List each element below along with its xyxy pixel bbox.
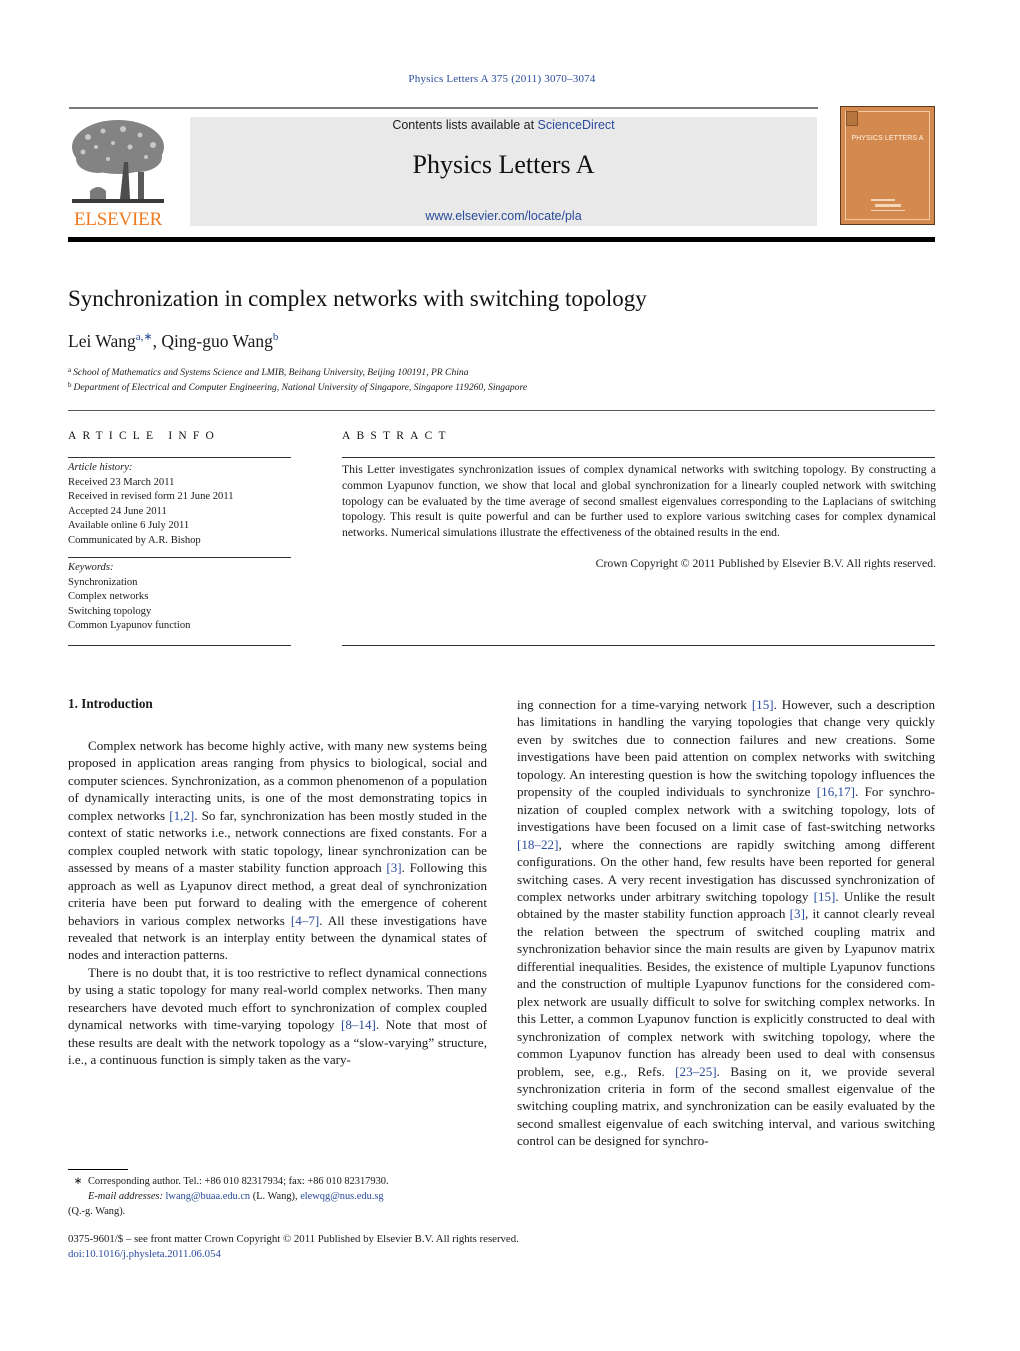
elsevier-tree-icon — [72, 120, 164, 203]
article-history: Article history: Received 23 March 2011 … — [68, 461, 234, 548]
citation-link[interactable]: [18–22] — [517, 837, 558, 852]
elsevier-wordmark: ELSEVIER — [73, 209, 163, 230]
footnote-contact: Corresponding author. Tel.: +86 010 8231… — [88, 1176, 389, 1187]
affiliation: b Department of Electrical and Computer E… — [68, 381, 527, 393]
history-item: Received in revised form 21 June 2011 — [68, 491, 234, 502]
footnote-rule — [68, 1169, 128, 1170]
history-item: Received 23 March 2011 — [68, 476, 175, 488]
body-column-left: Complex network has become highly active… — [68, 737, 487, 1069]
paragraph-text: , it can­not clearly reveal the relation… — [517, 906, 935, 1079]
email-owner: (L. Wang), — [250, 1191, 301, 1202]
citation-link[interactable]: [4–7] — [291, 913, 319, 928]
keyword-item: Switching topology — [68, 605, 152, 617]
author-name: Qing-guo Wang — [161, 331, 273, 351]
abstract-text: This Letter investigates synchronization… — [342, 463, 936, 540]
cover-title: PHYSICS LETTERS A — [851, 135, 924, 142]
abstract-heading: ABSTRACT — [342, 430, 452, 442]
history-item: Available online 6 July 2011 — [68, 520, 190, 531]
history-item: Communicated by A.R. Bishop — [68, 534, 201, 546]
history-item: Accepted 24 June 2011 — [68, 505, 167, 517]
article-info-rule — [68, 557, 291, 558]
author-affiliation-marks[interactable]: b — [273, 331, 279, 343]
citation-link[interactable]: [15] — [814, 889, 836, 904]
issn-line: 0375-9601/$ – see front matter Crown Cop… — [68, 1233, 519, 1245]
email-link[interactable]: lwang@buaa.edu.cn — [166, 1191, 251, 1202]
citation-link[interactable]: [1,2] — [169, 808, 194, 823]
paragraph: There is no doubt that, it is too restri… — [68, 964, 487, 1069]
sciencedirect-link[interactable]: ScienceDirect — [538, 118, 615, 132]
citation-link[interactable]: [15] — [752, 697, 774, 712]
paragraph: Complex network has become highly active… — [68, 737, 487, 964]
front-matter: 0375-9601/$ – see front matter Crown Cop… — [68, 1232, 519, 1262]
keyword-item: Common Lyapunov function — [68, 620, 191, 631]
contents-line: Contents lists available at ScienceDirec… — [190, 118, 817, 132]
footnote-marker: ∗ — [73, 1176, 83, 1187]
cover-footer-line — [871, 199, 895, 201]
article-info-heading: ARTICLE INFO — [68, 430, 220, 442]
author-list: Lei Wanga,∗, Qing-guo Wangb — [68, 330, 278, 352]
journal-cover-thumbnail: PHYSICS LETTERS A — [840, 106, 935, 225]
journal-masthead: Contents lists available at ScienceDirec… — [190, 117, 817, 226]
article-info-rule — [68, 457, 291, 458]
citation-link[interactable]: [3] — [790, 906, 805, 921]
citation-link[interactable]: [8–14] — [341, 1017, 376, 1032]
email-label: E-mail addresses: — [88, 1191, 163, 1202]
cover-footer-line — [875, 204, 901, 207]
abstract-rule — [342, 645, 935, 646]
affiliation-text: Department of Electrical and Computer En… — [73, 382, 528, 393]
abstract-copyright: Crown Copyright © 2011 Published by Else… — [595, 557, 936, 570]
journal-reference-link[interactable]: Physics Letters A 375 (2011) 3070–3074 — [0, 73, 1004, 85]
section-divider — [68, 410, 935, 411]
article-title: Synchronization in complex networks with… — [68, 286, 647, 311]
header-thick-rule — [68, 237, 935, 242]
citation-link[interactable]: [23–25] — [675, 1064, 716, 1079]
section-heading: 1. Introduction — [68, 696, 153, 711]
journal-title: Physics Letters A — [412, 150, 595, 179]
citation-link[interactable]: [3] — [386, 860, 401, 875]
cover-logo-icon — [846, 111, 858, 126]
citation-link[interactable]: [16,17] — [817, 784, 855, 799]
abstract-rule — [342, 457, 935, 458]
journal-url-link[interactable]: www.elsevier.com/locate/pla — [190, 209, 817, 223]
cover-footer-line — [871, 210, 905, 211]
keywords-label: Keywords: — [68, 562, 114, 573]
keyword-item: Synchronization — [68, 576, 138, 588]
email-link[interactable]: elewqg@nus.edu.sg — [300, 1191, 383, 1202]
author-affiliation-marks[interactable]: a,∗ — [136, 331, 153, 343]
body-column-right: ing connection for a time-varying networ… — [517, 696, 935, 1150]
paragraph: ing connection for a time-varying networ… — [517, 696, 935, 1150]
contents-prefix: Contents lists available at — [392, 118, 538, 132]
affiliation-mark: a — [68, 366, 72, 374]
article-info-rule — [68, 645, 291, 646]
article-history-label: Article history: — [68, 462, 133, 473]
keyword-item: Complex networks — [68, 591, 149, 602]
email-owner: (Q.-g. Wang). — [68, 1206, 126, 1217]
header-top-rule — [69, 107, 818, 109]
affiliation-mark: b — [68, 381, 72, 389]
affiliation-text: School of Mathematics and Systems Scienc… — [73, 367, 469, 378]
paragraph-text: ing connection for a time-varying networ… — [517, 697, 752, 712]
doi-link[interactable]: doi:10.1016/j.physleta.2011.06.054 — [68, 1247, 519, 1262]
corresponding-author-footnote: ∗ Corresponding author. Tel.: +86 010 823… — [68, 1174, 498, 1219]
affiliation: a School of Mathematics and Systems Scien… — [68, 366, 469, 378]
elsevier-logo: ELSEVIER — [68, 117, 168, 230]
keywords: Keywords: Synchronization Complex networ… — [68, 561, 190, 634]
author-name: Lei Wang — [68, 331, 136, 351]
